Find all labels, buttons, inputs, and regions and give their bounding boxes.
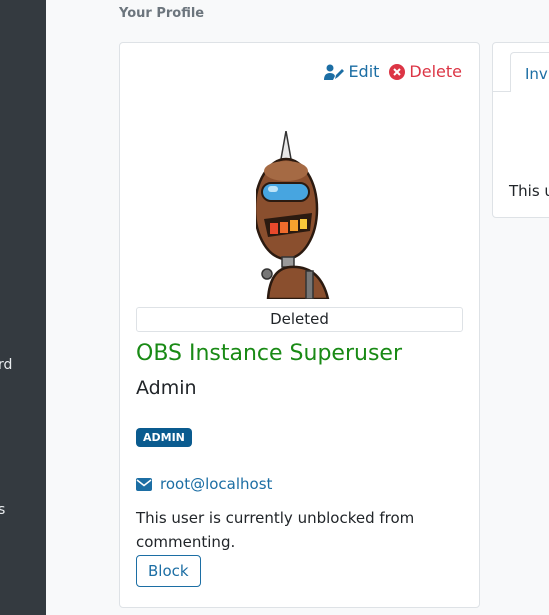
- page-title: Your Profile: [119, 6, 205, 21]
- profile-actions: Edit Delete: [324, 62, 462, 81]
- tab-involved[interactable]: Inv: [510, 52, 549, 92]
- email-label: root@localhost: [160, 475, 273, 493]
- side-card: Inv This u: [492, 42, 549, 218]
- sidebar-item-label[interactable]: rd: [0, 357, 12, 373]
- side-card-text: This u: [509, 182, 549, 200]
- delete-circle-icon: [389, 63, 406, 80]
- email-link[interactable]: root@localhost: [136, 475, 272, 493]
- status-badge: Deleted: [136, 307, 463, 332]
- envelope-icon: [136, 477, 152, 491]
- edit-button[interactable]: Edit: [324, 62, 379, 81]
- block-status-text: This user is currently unblocked from co…: [136, 509, 415, 551]
- block-button[interactable]: Block: [136, 555, 201, 587]
- delete-button[interactable]: Delete: [389, 62, 462, 81]
- profile-card: Edit Delete Deleted OBS Instance Superus…: [119, 42, 480, 608]
- delete-label: Delete: [409, 62, 462, 81]
- role-badge: ADMIN: [136, 428, 192, 447]
- sidebar-item-label[interactable]: s: [0, 502, 5, 518]
- avatar: [256, 131, 330, 299]
- user-login: Admin: [136, 377, 197, 399]
- user-edit-icon: [324, 64, 345, 80]
- edit-label: Edit: [348, 62, 380, 81]
- user-realname: OBS Instance Superuser: [136, 341, 402, 366]
- sidebar: rd s: [0, 0, 46, 615]
